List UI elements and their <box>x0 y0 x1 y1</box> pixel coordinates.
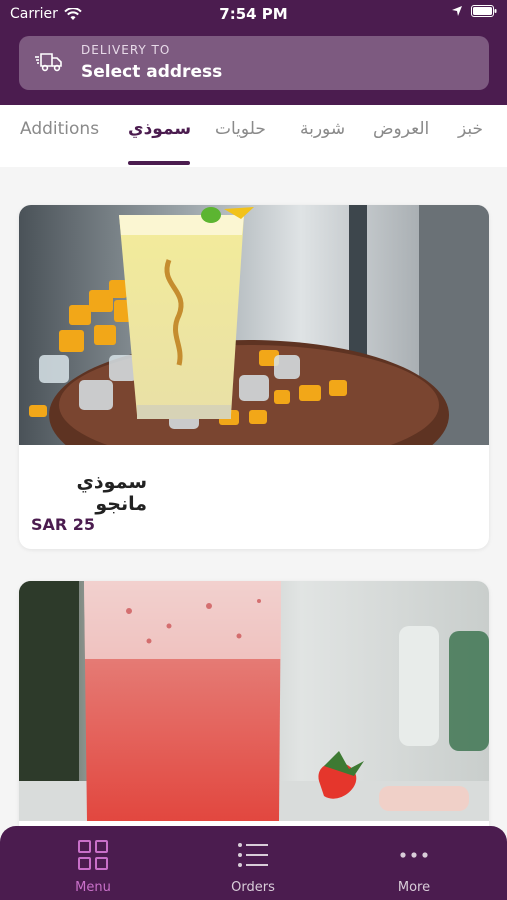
tab-bread[interactable]: خبز <box>458 119 483 139</box>
tab-desserts[interactable]: حلويات <box>215 119 266 139</box>
nav-menu[interactable]: Menu <box>43 838 143 895</box>
bottom-navigation: Menu Orders More <box>0 826 507 900</box>
nav-menu-label: Menu <box>75 880 111 895</box>
status-bar: Carrier 7:54 PM <box>0 0 507 28</box>
tab-offers[interactable]: العروض <box>373 119 429 139</box>
tab-additions[interactable]: Additions <box>20 119 99 139</box>
product-card[interactable] <box>19 581 489 841</box>
delivery-truck-icon <box>35 53 62 72</box>
tab-smoothie[interactable]: سموذي <box>128 119 191 139</box>
delivery-value: Select address <box>81 62 223 82</box>
product-price: SAR 25 <box>31 515 96 534</box>
nav-more-label: More <box>397 880 431 895</box>
nav-more[interactable]: More <box>364 838 464 895</box>
active-tab-indicator <box>128 161 190 165</box>
list-icon <box>238 843 268 867</box>
category-tabs: Additions سموذي حلويات شوربة العروض خبز <box>0 105 507 167</box>
battery-icon <box>471 5 497 17</box>
product-card[interactable]: سموذي مانجو SAR 25 <box>19 205 489 549</box>
top-bar: Carrier 7:54 PM DELIVERY TO Select addre… <box>0 0 507 105</box>
location-arrow-icon <box>452 6 462 16</box>
nav-orders-label: Orders <box>231 880 275 895</box>
status-right <box>451 5 497 17</box>
delivery-label: DELIVERY TO <box>81 43 171 57</box>
status-time: 7:54 PM <box>219 5 288 23</box>
more-icon <box>400 852 428 858</box>
product-name: سموذي مانجو <box>76 471 148 515</box>
tab-soup[interactable]: شوربة <box>300 119 345 139</box>
nav-orders[interactable]: Orders <box>203 838 303 895</box>
delivery-address-button[interactable]: DELIVERY TO Select address <box>19 36 489 90</box>
product-photo-strawberry-drink <box>19 581 489 821</box>
grid-icon <box>78 840 108 870</box>
product-photo-mango-smoothie <box>19 205 489 445</box>
